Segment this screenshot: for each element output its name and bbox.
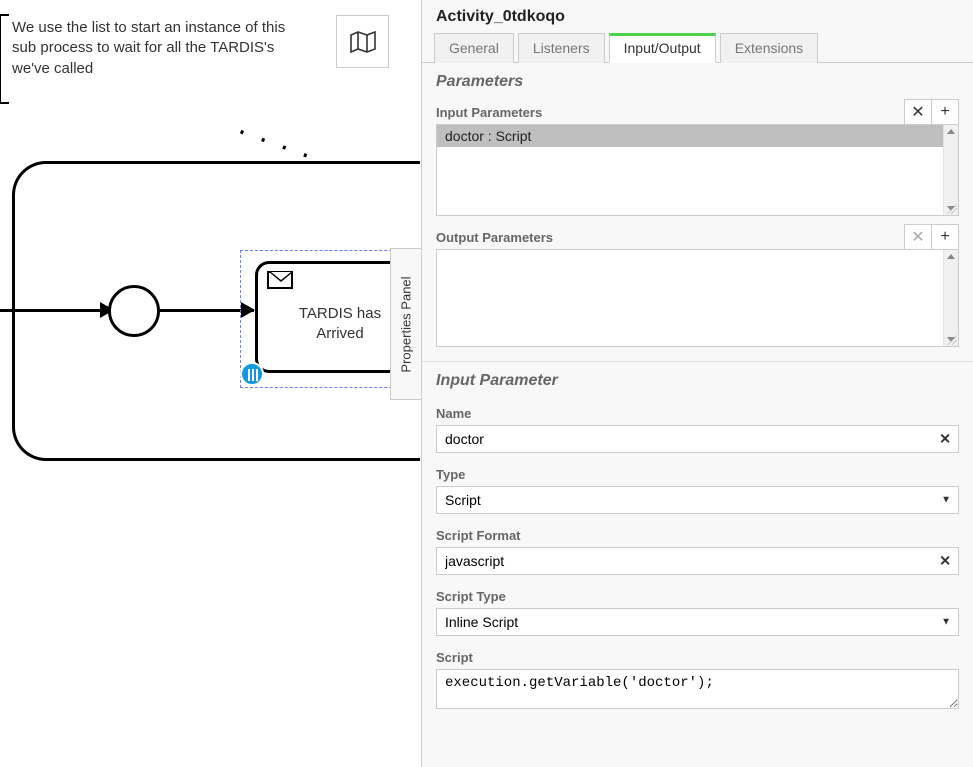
- incoming-sequence-flow[interactable]: [0, 309, 113, 312]
- parallel-bars-icon: [248, 369, 250, 381]
- close-icon: ✕: [911, 102, 924, 122]
- list-item[interactable]: doctor : Script: [437, 125, 958, 147]
- parameters-section-heading: Parameters: [422, 63, 973, 97]
- properties-panel: Activity_0tdkoqo General Listeners Input…: [421, 0, 973, 767]
- input-parameter-detail: Input Parameter Name ✕ Type Script Scrip…: [422, 361, 973, 716]
- output-parameters-label: Output Parameters: [436, 230, 905, 245]
- properties-panel-toggle[interactable]: Properties Panel: [390, 248, 422, 400]
- script-textarea[interactable]: [436, 669, 959, 709]
- script-type-select[interactable]: Inline Script: [436, 608, 959, 636]
- task-label-line1: TARDIS has: [299, 305, 381, 322]
- text-annotation[interactable]: We use the list to start an instance of …: [0, 18, 290, 79]
- minimap-toggle-button[interactable]: [336, 15, 389, 68]
- plus-icon: +: [940, 103, 949, 121]
- input-parameters-label: Input Parameters: [436, 105, 905, 120]
- bpmn-canvas[interactable]: We use the list to start an instance of …: [0, 0, 420, 767]
- input-param-remove-button[interactable]: ✕: [904, 99, 932, 125]
- plus-icon: +: [940, 228, 949, 246]
- app-root: We use the list to start an instance of …: [0, 0, 973, 767]
- clear-script-format-button[interactable]: ✕: [939, 553, 951, 570]
- resize-handle[interactable]: [947, 204, 957, 214]
- output-param-remove-button[interactable]: ✕: [904, 224, 932, 250]
- tab-general[interactable]: General: [434, 33, 514, 63]
- output-parameters-block: Output Parameters ✕ +: [422, 224, 973, 353]
- element-id-title: Activity_0tdkoqo: [422, 0, 973, 32]
- annotation-text: We use the list to start an instance of …: [12, 18, 290, 79]
- script-format-label: Script Format: [436, 522, 959, 547]
- input-parameter-heading: Input Parameter: [422, 362, 973, 396]
- input-param-add-button[interactable]: +: [931, 99, 959, 125]
- tab-extensions[interactable]: Extensions: [720, 33, 818, 63]
- input-parameters-block: Input Parameters ✕ + doctor : Script: [422, 99, 973, 222]
- output-parameters-list[interactable]: [436, 249, 959, 347]
- resize-handle[interactable]: [947, 335, 957, 345]
- script-label: Script: [436, 644, 959, 669]
- script-format-input[interactable]: [436, 547, 959, 575]
- script-type-label: Script Type: [436, 583, 959, 608]
- type-select[interactable]: Script: [436, 486, 959, 514]
- properties-panel-toggle-label: Properties Panel: [399, 276, 414, 372]
- map-icon: [350, 31, 376, 53]
- name-label: Name: [436, 400, 959, 425]
- input-parameters-list[interactable]: doctor : Script: [436, 124, 959, 216]
- tab-input-output[interactable]: Input/Output: [609, 33, 716, 63]
- name-input[interactable]: [436, 425, 959, 453]
- tab-bar: General Listeners Input/Output Extension…: [422, 32, 973, 63]
- dotted-connector: ····: [230, 117, 305, 167]
- type-label: Type: [436, 461, 959, 486]
- task-label-line2: Arrived: [316, 325, 364, 342]
- scrollbar[interactable]: [943, 250, 958, 346]
- clear-name-button[interactable]: ✕: [939, 431, 951, 448]
- multi-instance-marker[interactable]: [240, 362, 264, 386]
- output-param-add-button[interactable]: +: [931, 224, 959, 250]
- envelope-icon: [267, 271, 293, 289]
- scrollbar[interactable]: [943, 125, 958, 215]
- tab-listeners[interactable]: Listeners: [518, 33, 605, 63]
- start-event[interactable]: [108, 285, 160, 337]
- close-icon: ✕: [911, 227, 924, 247]
